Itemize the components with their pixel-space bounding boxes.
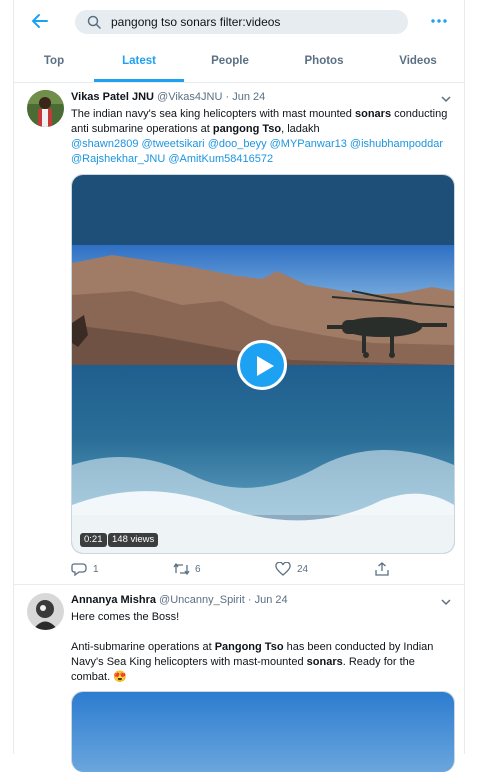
mention-link[interactable]: @ishubhampoddar bbox=[350, 138, 443, 150]
timeline-panel: Top Latest People Photos Videos Vikas Pa… bbox=[13, 0, 465, 772]
video-thumbnail bbox=[72, 692, 454, 772]
highlight-term: sonars bbox=[306, 656, 343, 668]
tweet[interactable]: Vikas Patel JNU @Vikas4JNU · Jun 24 The … bbox=[14, 82, 464, 584]
tweet-header: Vikas Patel JNU @Vikas4JNU · Jun 24 bbox=[71, 91, 265, 103]
handle[interactable]: @Vikas4JNU bbox=[157, 91, 222, 103]
avatar[interactable] bbox=[27, 593, 64, 630]
play-button[interactable] bbox=[237, 340, 287, 390]
retweet-count: 6 bbox=[195, 564, 201, 575]
video-player[interactable]: 0:21 148 views bbox=[71, 174, 455, 554]
retweet-icon bbox=[173, 562, 190, 576]
tweet-text-part: Anti-submarine operations at bbox=[71, 641, 215, 653]
like-count: 24 bbox=[297, 564, 309, 575]
tab-videos[interactable]: Videos bbox=[372, 44, 464, 82]
tweet-text: Here comes the Boss! bbox=[71, 610, 451, 625]
tweet-text-part: , ladakh bbox=[281, 123, 320, 135]
share-icon bbox=[375, 562, 389, 576]
emoji: 😍 bbox=[113, 671, 127, 683]
play-icon bbox=[257, 356, 274, 376]
search-input[interactable] bbox=[111, 12, 391, 32]
tweet-text: The indian navy's sea king helicopters w… bbox=[71, 107, 451, 167]
tweet[interactable]: Annanya Mishra @Uncanny_Spirit · Jun 24 … bbox=[14, 585, 464, 772]
video-duration: 0:21 bbox=[80, 533, 107, 547]
video-views: 148 views bbox=[108, 533, 159, 547]
mention-link[interactable]: @tweetsikari bbox=[142, 138, 205, 150]
search-icon bbox=[87, 15, 101, 29]
chevron-down-icon[interactable] bbox=[440, 597, 452, 607]
more-options-icon[interactable] bbox=[428, 13, 450, 29]
reply-icon bbox=[71, 563, 87, 576]
separator-dot: · bbox=[247, 594, 252, 606]
highlight-term: pangong Tso bbox=[212, 123, 282, 135]
avatar[interactable] bbox=[27, 90, 64, 127]
tab-latest[interactable]: Latest bbox=[94, 44, 184, 82]
search-tabs: Top Latest People Photos Videos bbox=[14, 44, 464, 83]
chevron-down-icon[interactable] bbox=[440, 94, 452, 104]
display-name[interactable]: Annanya Mishra bbox=[71, 594, 156, 606]
tweet-text-part: The indian navy's sea king helicopters w… bbox=[71, 108, 355, 120]
reply-count: 1 bbox=[93, 564, 99, 575]
tweet-header: Annanya Mishra @Uncanny_Spirit · Jun 24 bbox=[71, 594, 288, 606]
mention-link[interactable]: @doo_beyy bbox=[208, 138, 267, 150]
tab-top[interactable]: Top bbox=[14, 44, 94, 82]
tweet-date[interactable]: Jun 24 bbox=[255, 594, 288, 606]
highlight-term: sonars bbox=[354, 108, 392, 120]
highlight-term: Pangong Tso bbox=[214, 641, 284, 653]
search-box[interactable] bbox=[75, 10, 408, 34]
tab-photos[interactable]: Photos bbox=[276, 44, 372, 82]
display-name[interactable]: Vikas Patel JNU bbox=[71, 91, 154, 103]
tweet-text-line: Here comes the Boss! bbox=[71, 611, 180, 623]
tweet-date[interactable]: Jun 24 bbox=[232, 91, 265, 103]
mention-link[interactable]: @AmitKum58416572 bbox=[168, 153, 273, 165]
video-player[interactable] bbox=[71, 691, 455, 772]
back-arrow-icon[interactable] bbox=[30, 11, 50, 31]
handle[interactable]: @Uncanny_Spirit bbox=[159, 594, 245, 606]
tweet-text: Anti-submarine operations at Pangong Tso… bbox=[71, 640, 451, 685]
scrollbar-track[interactable] bbox=[474, 0, 486, 754]
mention-link[interactable]: @MYPanwar13 bbox=[270, 138, 347, 150]
heart-icon bbox=[275, 562, 291, 576]
mention-link[interactable]: @shawn2809 bbox=[71, 138, 138, 150]
tweet-actions: 1 6 24 bbox=[71, 560, 431, 580]
mention-link[interactable]: @Rajshekhar_JNU bbox=[71, 153, 165, 165]
tab-people[interactable]: People bbox=[184, 44, 276, 82]
separator-dot: · bbox=[225, 91, 230, 103]
search-header bbox=[14, 0, 464, 44]
